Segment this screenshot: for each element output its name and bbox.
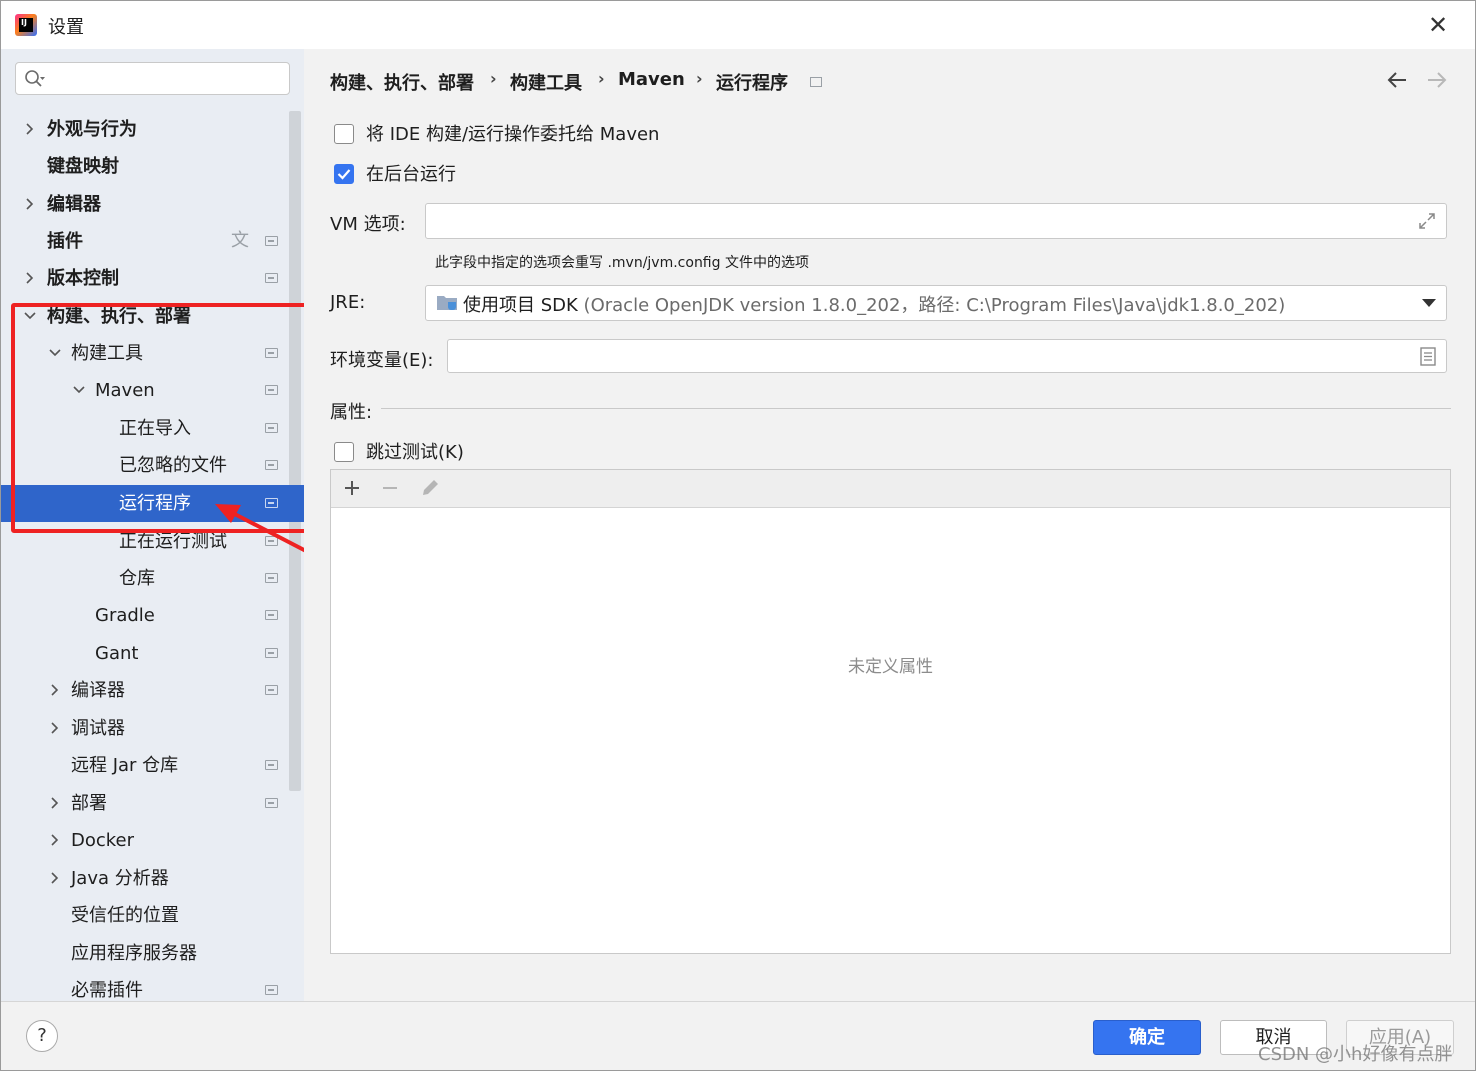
sidebar-item-label: Gant: [95, 643, 139, 664]
project-settings-icon: [265, 760, 278, 770]
checkbox-label: 在后台运行: [366, 164, 456, 185]
sidebar-item-deployment[interactable]: 部署: [1, 785, 304, 822]
sidebar-item-label: 远程 Jar 仓库: [71, 755, 179, 776]
sidebar-item-gant[interactable]: Gant: [1, 635, 304, 672]
sidebar-item-keymap[interactable]: 键盘映射: [1, 148, 304, 185]
project-settings-icon: [265, 985, 278, 995]
properties-label: 属性:: [330, 402, 373, 423]
add-icon[interactable]: [341, 477, 363, 499]
env-vars-input[interactable]: [447, 339, 1447, 373]
checkbox-label: 将 IDE 构建/运行操作委托给 Maven: [366, 124, 660, 145]
csdn-watermark: CSDN @小h好像有点胖: [1258, 1044, 1453, 1065]
checkbox-label: 跳过测试(K): [366, 442, 464, 463]
chevron-right-icon[interactable]: [48, 683, 62, 697]
sidebar-item-vcs[interactable]: 版本控制: [1, 260, 304, 297]
jdk-folder-icon: [437, 296, 457, 310]
sidebar-item-plugins[interactable]: 插件 文: [1, 223, 304, 260]
search-icon: [25, 70, 45, 87]
chevron-right-icon[interactable]: [23, 122, 37, 136]
sidebar-item-remote-jar-repositories[interactable]: 远程 Jar 仓库: [1, 747, 304, 784]
help-button[interactable]: ?: [26, 1020, 58, 1052]
search-input[interactable]: [15, 62, 290, 95]
sidebar-item-label: 仓库: [119, 568, 155, 589]
jre-select[interactable]: 使用项目 SDK (Oracle OpenJDK version 1.8.0_2…: [425, 285, 1447, 321]
browse-document-icon[interactable]: [1420, 347, 1436, 366]
chevron-right-icon[interactable]: [48, 833, 62, 847]
project-settings-icon: [265, 273, 278, 283]
jre-selected-value: 使用项目 SDK (Oracle OpenJDK version 1.8.0_2…: [463, 295, 1286, 316]
sidebar-item-appearance[interactable]: 外观与行为: [1, 111, 304, 148]
sidebar-item-editor[interactable]: 编辑器: [1, 186, 304, 223]
expand-icon[interactable]: [1418, 212, 1436, 230]
edit-pencil-icon[interactable]: [419, 477, 441, 499]
env-vars-label: 环境变量(E):: [330, 350, 434, 371]
project-settings-icon: [265, 648, 278, 658]
translate-icon: 文: [231, 230, 249, 251]
breadcrumb-separator: ›: [490, 69, 497, 88]
sidebar-item-label: 版本控制: [47, 268, 119, 289]
intellij-logo-icon: IJ: [15, 14, 37, 36]
sidebar-item-label: 插件: [47, 231, 83, 252]
checkbox-box[interactable]: [334, 442, 354, 462]
sidebar-item-docker[interactable]: Docker: [1, 822, 304, 859]
breadcrumb-item[interactable]: Maven: [618, 69, 685, 90]
chevron-down-icon[interactable]: [1422, 299, 1436, 307]
close-button[interactable]: ✕: [1421, 9, 1455, 41]
sidebar-item-label: 调试器: [71, 718, 125, 739]
breadcrumb-item: 运行程序: [716, 73, 788, 94]
sidebar-item-application-servers[interactable]: 应用程序服务器: [1, 935, 304, 972]
project-settings-icon: [265, 236, 278, 246]
vm-options-hint: 此字段中指定的选项会重写 .mvn/jvm.config 文件中的选项: [435, 255, 809, 271]
project-settings-icon: [265, 573, 278, 583]
properties-empty-text: 未定义属性: [848, 657, 933, 677]
breadcrumb-separator: ›: [598, 69, 605, 88]
ok-button[interactable]: 确定: [1093, 1020, 1201, 1055]
sidebar-item-debugger[interactable]: 调试器: [1, 710, 304, 747]
chevron-right-icon[interactable]: [48, 796, 62, 810]
sidebar-item-compiler[interactable]: 编译器: [1, 672, 304, 709]
remove-icon[interactable]: [379, 477, 401, 499]
sidebar-item-java-profiler[interactable]: Java 分析器: [1, 860, 304, 897]
sidebar-item-label: 应用程序服务器: [71, 943, 197, 964]
project-settings-icon: [810, 77, 822, 87]
breadcrumb-separator: ›: [696, 69, 703, 88]
jre-label: JRE:: [330, 292, 366, 313]
properties-table: 未定义属性: [330, 469, 1451, 954]
chevron-right-icon[interactable]: [48, 871, 62, 885]
settings-content: 构建、执行、部署 › 构建工具 › Maven › 运行程序 将 IDE 构建/…: [304, 49, 1475, 1001]
sidebar-item-label: Docker: [71, 830, 135, 851]
window-title: 设置: [48, 17, 84, 38]
sidebar-item-label: Gradle: [95, 605, 155, 626]
properties-separator: [381, 408, 1451, 409]
chevron-right-icon[interactable]: [23, 197, 37, 211]
checkmark-icon: [337, 168, 350, 180]
sidebar-item-label: 编译器: [71, 680, 125, 701]
chevron-right-icon[interactable]: [48, 721, 62, 735]
project-settings-icon: [265, 798, 278, 808]
project-settings-icon: [265, 685, 278, 695]
sidebar-item-label: 编辑器: [47, 194, 101, 215]
sidebar-item-label: 部署: [71, 793, 107, 814]
back-arrow-icon[interactable]: [1385, 68, 1409, 92]
settings-dialog: IJ 设置 ✕ 外观与行为 键盘映射 编辑器 插件 文 版本控制 构建、执行、部…: [0, 0, 1476, 1071]
vm-options-input[interactable]: [425, 203, 1447, 239]
title-bar: IJ 设置 ✕: [1, 1, 1475, 49]
sidebar-item-gradle[interactable]: Gradle: [1, 597, 304, 634]
sidebar-item-label: 键盘映射: [47, 156, 119, 177]
vm-options-label: VM 选项:: [330, 214, 406, 235]
sidebar-item-trusted-locations[interactable]: 受信任的位置: [1, 897, 304, 934]
forward-arrow-icon[interactable]: [1425, 68, 1449, 92]
sidebar-item-label: 受信任的位置: [71, 905, 179, 926]
breadcrumb-item[interactable]: 构建工具: [510, 69, 582, 95]
project-settings-icon: [265, 610, 278, 620]
breadcrumb-item[interactable]: 构建、执行、部署: [330, 69, 474, 95]
chevron-right-icon[interactable]: [23, 271, 37, 285]
sidebar-item-label: 外观与行为: [47, 119, 137, 140]
properties-toolbar: [331, 470, 1450, 508]
checkbox-box[interactable]: [334, 124, 354, 144]
sidebar-item-label: Java 分析器: [71, 868, 169, 889]
dialog-footer: ? 确定 取消 应用(A): [1, 1001, 1475, 1070]
checkbox-box[interactable]: [334, 164, 354, 184]
